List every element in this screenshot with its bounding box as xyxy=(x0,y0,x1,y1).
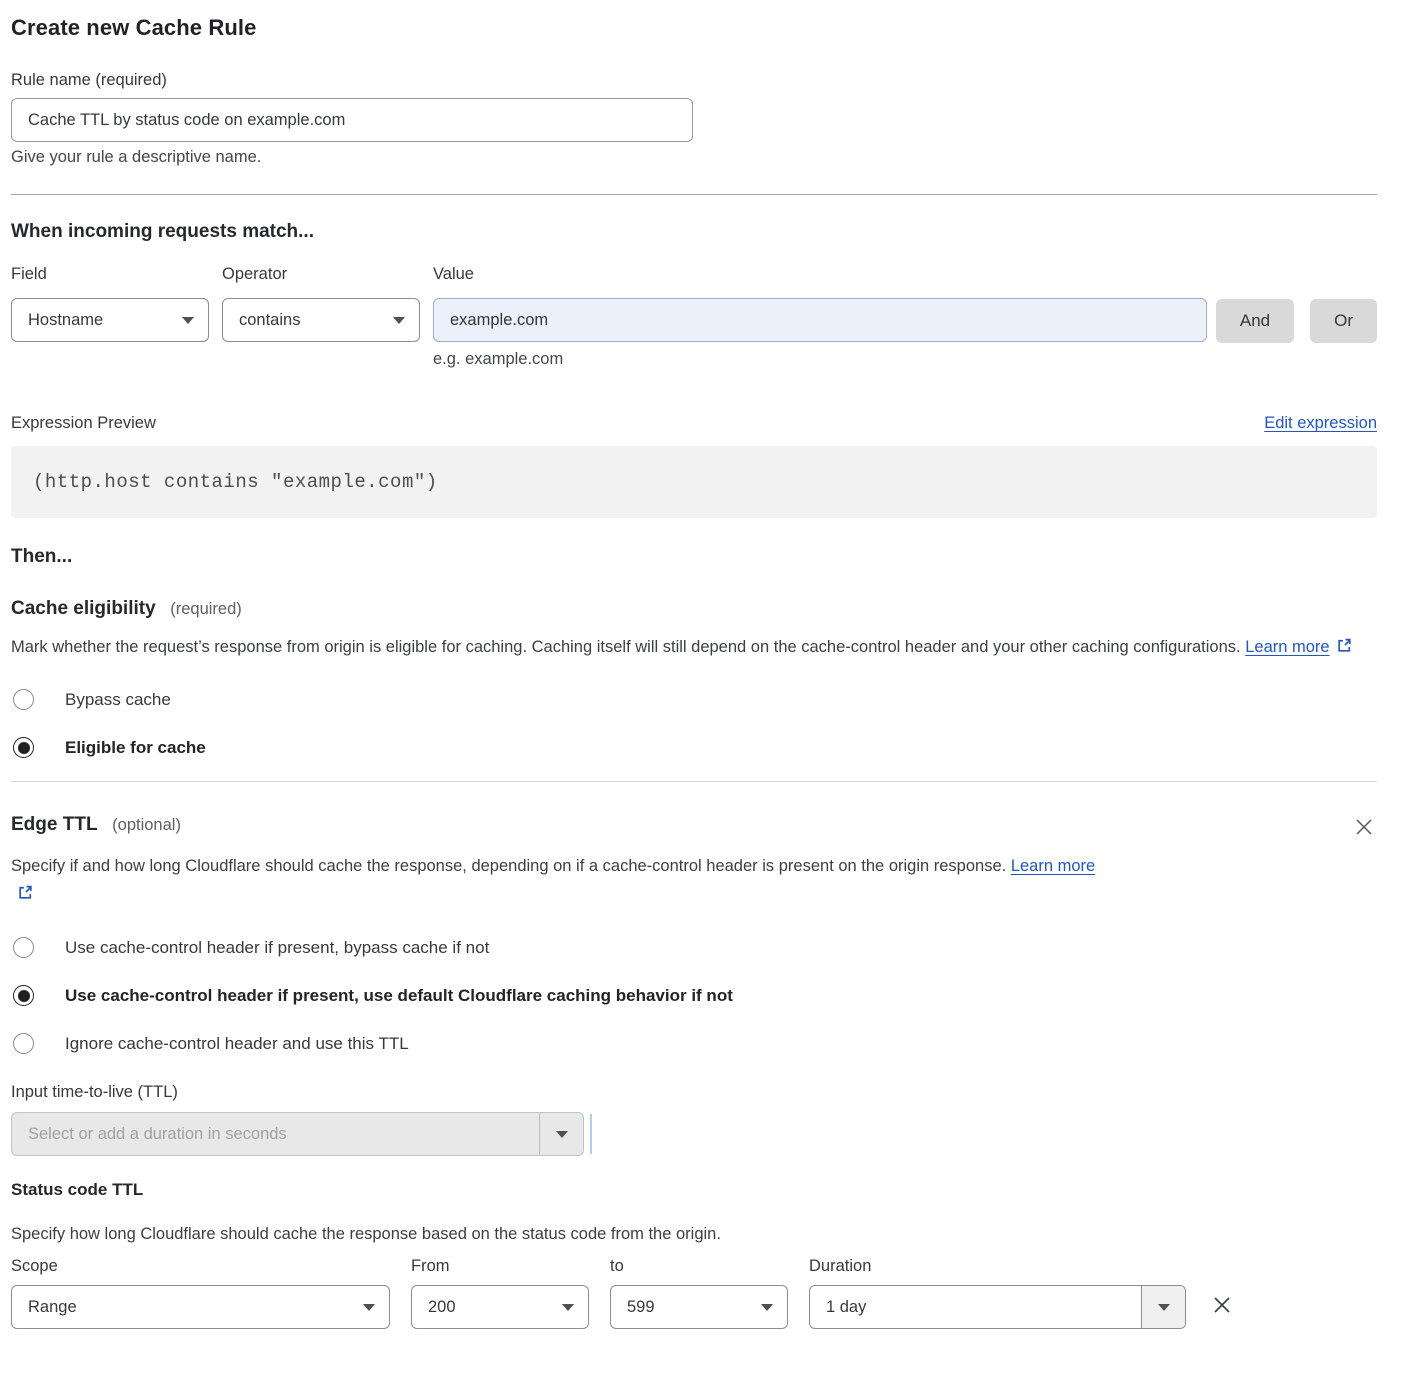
required-tag: (required) xyxy=(170,600,242,618)
ttl-duration-select[interactable]: Select or add a duration in seconds xyxy=(11,1112,584,1156)
chevron-down-icon xyxy=(363,1304,375,1311)
edge-ttl-close-button[interactable] xyxy=(1351,814,1377,840)
edit-expression-link[interactable]: Edit expression xyxy=(1264,414,1377,433)
external-link-icon xyxy=(17,882,34,910)
duration-select[interactable]: 1 day xyxy=(809,1285,1186,1329)
then-heading: Then... xyxy=(11,546,1377,568)
radio-selected-icon xyxy=(13,985,34,1006)
radio-icon xyxy=(13,937,34,958)
ttl-input-label: Input time-to-live (TTL) xyxy=(11,1083,1377,1102)
duration-label: Duration xyxy=(809,1257,1186,1276)
dropdown-arrow-button[interactable] xyxy=(539,1113,583,1155)
value-help: e.g. example.com xyxy=(433,350,1207,369)
close-icon xyxy=(1353,816,1375,838)
radio-eligible-for-cache[interactable]: Eligible for cache xyxy=(11,737,1377,758)
delete-status-row-button[interactable] xyxy=(1208,1291,1236,1319)
field-label: Field xyxy=(11,265,209,284)
edge-ttl-options: Use cache-control header if present, byp… xyxy=(11,937,1377,1054)
chevron-down-icon xyxy=(761,1304,773,1311)
or-button[interactable]: Or xyxy=(1310,299,1377,343)
to-select[interactable]: 599 xyxy=(610,1285,788,1329)
section-divider xyxy=(11,194,1377,195)
rule-name-input[interactable] xyxy=(11,98,693,142)
cache-eligibility-options: Bypass cache Eligible for cache xyxy=(11,689,1377,758)
radio-use-header-bypass[interactable]: Use cache-control header if present, byp… xyxy=(11,937,1377,958)
field-select-value: Hostname xyxy=(28,311,103,330)
chevron-down-icon xyxy=(1158,1304,1170,1311)
radio-selected-icon xyxy=(13,737,34,758)
from-select-value: 200 xyxy=(428,1298,456,1317)
value-label: Value xyxy=(433,265,1207,284)
expression-preview-label: Expression Preview xyxy=(11,414,156,433)
duration-select-value: 1 day xyxy=(810,1286,1141,1328)
rule-name-label: Rule name (required) xyxy=(11,71,1377,90)
chevron-down-icon xyxy=(562,1304,574,1311)
radio-icon xyxy=(13,689,34,710)
ttl-duration-placeholder: Select or add a duration in seconds xyxy=(12,1113,539,1155)
scope-label: Scope xyxy=(11,1257,390,1276)
scope-select-value: Range xyxy=(28,1298,77,1317)
cache-eligibility-heading: Cache eligibility xyxy=(11,598,156,619)
and-button[interactable]: And xyxy=(1216,299,1294,343)
radio-ignore-header[interactable]: Ignore cache-control header and use this… xyxy=(11,1033,1377,1054)
rule-name-help: Give your rule a descriptive name. xyxy=(11,148,1377,167)
from-label: From xyxy=(411,1257,589,1276)
value-input[interactable] xyxy=(433,298,1207,342)
to-select-value: 599 xyxy=(627,1298,655,1317)
match-heading: When incoming requests match... xyxy=(11,221,1377,243)
edge-ttl-description: Specify if and how long Cloudflare shoul… xyxy=(11,852,1116,910)
dropdown-arrow-button[interactable] xyxy=(1141,1286,1185,1328)
cache-eligibility-description: Mark whether the request’s response from… xyxy=(11,633,1356,663)
radio-icon xyxy=(13,1033,34,1054)
learn-more-link[interactable]: Learn more xyxy=(1245,638,1329,656)
close-icon xyxy=(1210,1293,1234,1317)
operator-label: Operator xyxy=(222,265,420,284)
section-divider xyxy=(11,781,1377,782)
page-title: Create new Cache Rule xyxy=(11,15,1377,41)
radio-use-header-default[interactable]: Use cache-control header if present, use… xyxy=(11,985,1377,1006)
external-link-icon xyxy=(1336,635,1353,663)
radio-bypass-cache[interactable]: Bypass cache xyxy=(11,689,1377,710)
status-code-ttl-row: Scope Range From 200 to 599 Duration 1 d… xyxy=(11,1257,1377,1329)
chevron-down-icon xyxy=(556,1131,568,1138)
chevron-down-icon xyxy=(182,317,194,324)
expression-code-block: (http.host contains "example.com") xyxy=(11,446,1377,518)
learn-more-link[interactable]: Learn more xyxy=(1011,857,1095,875)
chevron-down-icon xyxy=(393,317,405,324)
edge-ttl-heading: Edge TTL xyxy=(11,814,98,835)
match-condition-row: Field Hostname Operator contains Value e… xyxy=(11,265,1377,369)
operator-select[interactable]: contains xyxy=(222,298,420,342)
operator-select-value: contains xyxy=(239,311,300,330)
text-cursor xyxy=(590,1114,592,1154)
scope-select[interactable]: Range xyxy=(11,1285,390,1329)
field-select[interactable]: Hostname xyxy=(11,298,209,342)
to-label: to xyxy=(610,1257,788,1276)
status-code-ttl-heading: Status code TTL xyxy=(11,1180,1377,1200)
optional-tag: (optional) xyxy=(112,816,181,834)
from-select[interactable]: 200 xyxy=(411,1285,589,1329)
status-code-ttl-description: Specify how long Cloudflare should cache… xyxy=(11,1220,1377,1248)
